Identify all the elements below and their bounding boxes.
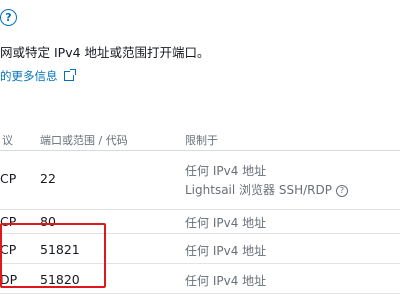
restrict-cell: 任何 IPv4 地址 — [185, 164, 267, 178]
row-divider — [0, 293, 400, 294]
description-text: 网或特定 IPv4 地址或范围打开端口。 — [0, 45, 210, 60]
more-info-link[interactable]: 的更多信息 — [0, 68, 76, 84]
table-row: CP 22 任何 IPv4 地址 Lightsail 浏览器 SSH/RDP? — [0, 151, 400, 210]
restrict-cell: 任何 IPv4 地址 — [185, 274, 267, 288]
annotation-highlight-box — [0, 223, 106, 288]
table-header: 议 端口或范围 / 代码 限制于 — [0, 128, 400, 150]
restrict-cell-sub: Lightsail 浏览器 SSH/RDP? — [185, 181, 348, 198]
restrict-sub-text: Lightsail 浏览器 SSH/RDP — [185, 183, 332, 197]
more-info-label: 的更多信息 — [0, 69, 58, 83]
help-icon[interactable]: ? — [335, 185, 348, 197]
column-restrict-header: 限制于 — [185, 134, 218, 147]
restrict-cell: 任何 IPv4 地址 — [185, 216, 267, 230]
column-protocol-header: 议 — [2, 134, 13, 147]
port-cell: 22 — [40, 171, 56, 186]
external-link-icon — [63, 69, 76, 81]
question-circle-icon[interactable]: ? — [0, 9, 17, 26]
protocol-cell: CP — [0, 171, 17, 186]
column-port-header: 端口或范围 / 代码 — [40, 134, 128, 147]
restrict-cell: 任何 IPv4 地址 — [185, 244, 267, 258]
